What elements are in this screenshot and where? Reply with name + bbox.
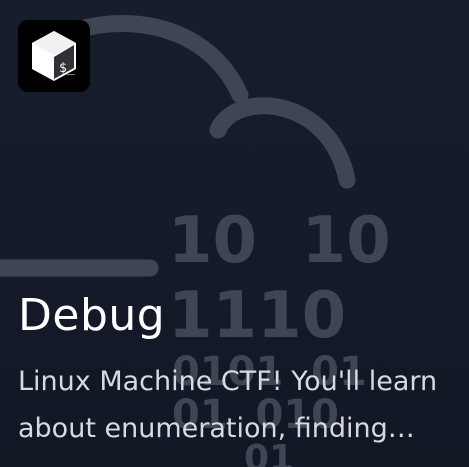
bash-logo: $_ bbox=[18, 20, 90, 92]
bash-terminal-icon: $_ bbox=[32, 31, 76, 81]
room-card[interactable]: 10 10 1110 0101 01 01 010 01 $_ Debug Li… bbox=[0, 0, 469, 467]
bash-prompt-glyph: $_ bbox=[59, 61, 75, 76]
binary-row-2: 1110 bbox=[168, 279, 346, 353]
binary-row-1: 10 10 bbox=[168, 204, 391, 278]
room-title[interactable]: Debug bbox=[18, 290, 165, 342]
room-description: Linux Machine CTF! You'll learn about en… bbox=[18, 366, 438, 444]
